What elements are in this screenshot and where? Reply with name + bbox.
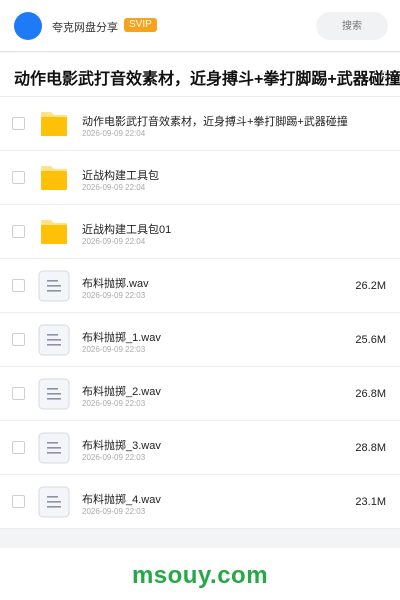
item-date: 2026-09-09 22:03 — [82, 507, 146, 516]
item-name: 布料抛掷_3.wav — [82, 440, 161, 452]
row-checkbox[interactable] — [12, 171, 25, 184]
watermark-text: msouy.com — [131, 562, 269, 589]
row-checkbox[interactable] — [12, 387, 25, 400]
file-icon — [38, 486, 70, 518]
folder-title-bar: 动作电影武打音效素材，近身搏斗+拳打脚踢+武器碰撞 G — [0, 53, 400, 97]
app-header: 夸克网盘分享 SVIP — [0, 0, 400, 52]
folder-row[interactable]: 近战构建工具包01 2026-09-09 22:04 — [0, 205, 400, 259]
file-row[interactable]: 布料抛掷.wav 2026-09-09 22:03 26.2M — [0, 259, 400, 313]
file-icon — [38, 324, 70, 356]
file-row[interactable]: 布料抛掷_1.wav 2026-09-09 22:03 25.6M — [0, 313, 400, 367]
item-name: 布料抛掷_4.wav — [82, 494, 161, 506]
file-icon — [38, 378, 70, 410]
folder-icon — [38, 108, 70, 140]
folder-icon — [38, 162, 70, 194]
row-checkbox[interactable] — [12, 225, 25, 238]
item-name: 近战构建工具包 — [82, 170, 159, 182]
file-row[interactable]: 布料抛掷_3.wav 2026-09-09 22:03 28.8M — [0, 421, 400, 475]
item-name: 布料抛掷_2.wav — [82, 386, 161, 398]
item-date: 2026-09-09 22:03 — [82, 291, 146, 300]
app-name: 夸克网盘分享 — [52, 22, 118, 34]
title-tail-text: G — [380, 70, 388, 80]
row-checkbox[interactable] — [12, 279, 25, 292]
item-name: 布料抛掷.wav — [82, 278, 149, 290]
row-checkbox[interactable] — [12, 333, 25, 346]
row-checkbox[interactable] — [12, 441, 25, 454]
item-size: 26.8M — [355, 388, 386, 400]
item-date: 2026-09-09 22:03 — [82, 453, 146, 462]
file-icon — [38, 432, 70, 464]
item-date: 2026-09-09 22:03 — [82, 345, 146, 354]
avatar[interactable] — [14, 12, 42, 40]
item-date: 2026-09-09 22:04 — [82, 129, 146, 138]
svip-badge: SVIP — [124, 18, 157, 32]
file-row[interactable]: 布料抛掷_2.wav 2026-09-09 22:03 26.8M — [0, 367, 400, 421]
folder-row[interactable]: 动作电影武打音效素材，近身搏斗+拳打脚踢+武器碰撞 2026-09-09 22:0… — [0, 97, 400, 151]
item-date: 2026-09-09 22:04 — [82, 237, 146, 246]
item-date: 2026-09-09 22:04 — [82, 183, 146, 192]
row-checkbox[interactable] — [12, 495, 25, 508]
row-checkbox[interactable] — [12, 117, 25, 130]
item-size: 28.8M — [355, 442, 386, 454]
item-size: 23.1M — [355, 496, 386, 508]
footer: msouy.com — [0, 548, 400, 600]
search-input[interactable] — [316, 12, 388, 40]
folder-icon — [38, 216, 70, 248]
page-title: 动作电影武打音效素材，近身搏斗+拳打脚踢+武器碰撞 — [14, 71, 400, 88]
item-date: 2026-09-09 22:03 — [82, 399, 146, 408]
item-name: 近战构建工具包01 — [82, 224, 172, 236]
item-name: 动作电影武打音效素材，近身搏斗+拳打脚踢+武器碰撞 — [82, 116, 348, 128]
file-icon — [38, 270, 70, 302]
file-row[interactable]: 布料抛掷_4.wav 2026-09-09 22:03 23.1M — [0, 475, 400, 529]
file-list: 动作电影武打音效素材，近身搏斗+拳打脚踢+武器碰撞 2026-09-09 22:0… — [0, 97, 400, 529]
item-size: 26.2M — [355, 280, 386, 292]
item-name: 布料抛掷_1.wav — [82, 332, 161, 344]
folder-row[interactable]: 近战构建工具包 2026-09-09 22:04 — [0, 151, 400, 205]
item-size: 25.6M — [355, 334, 386, 346]
